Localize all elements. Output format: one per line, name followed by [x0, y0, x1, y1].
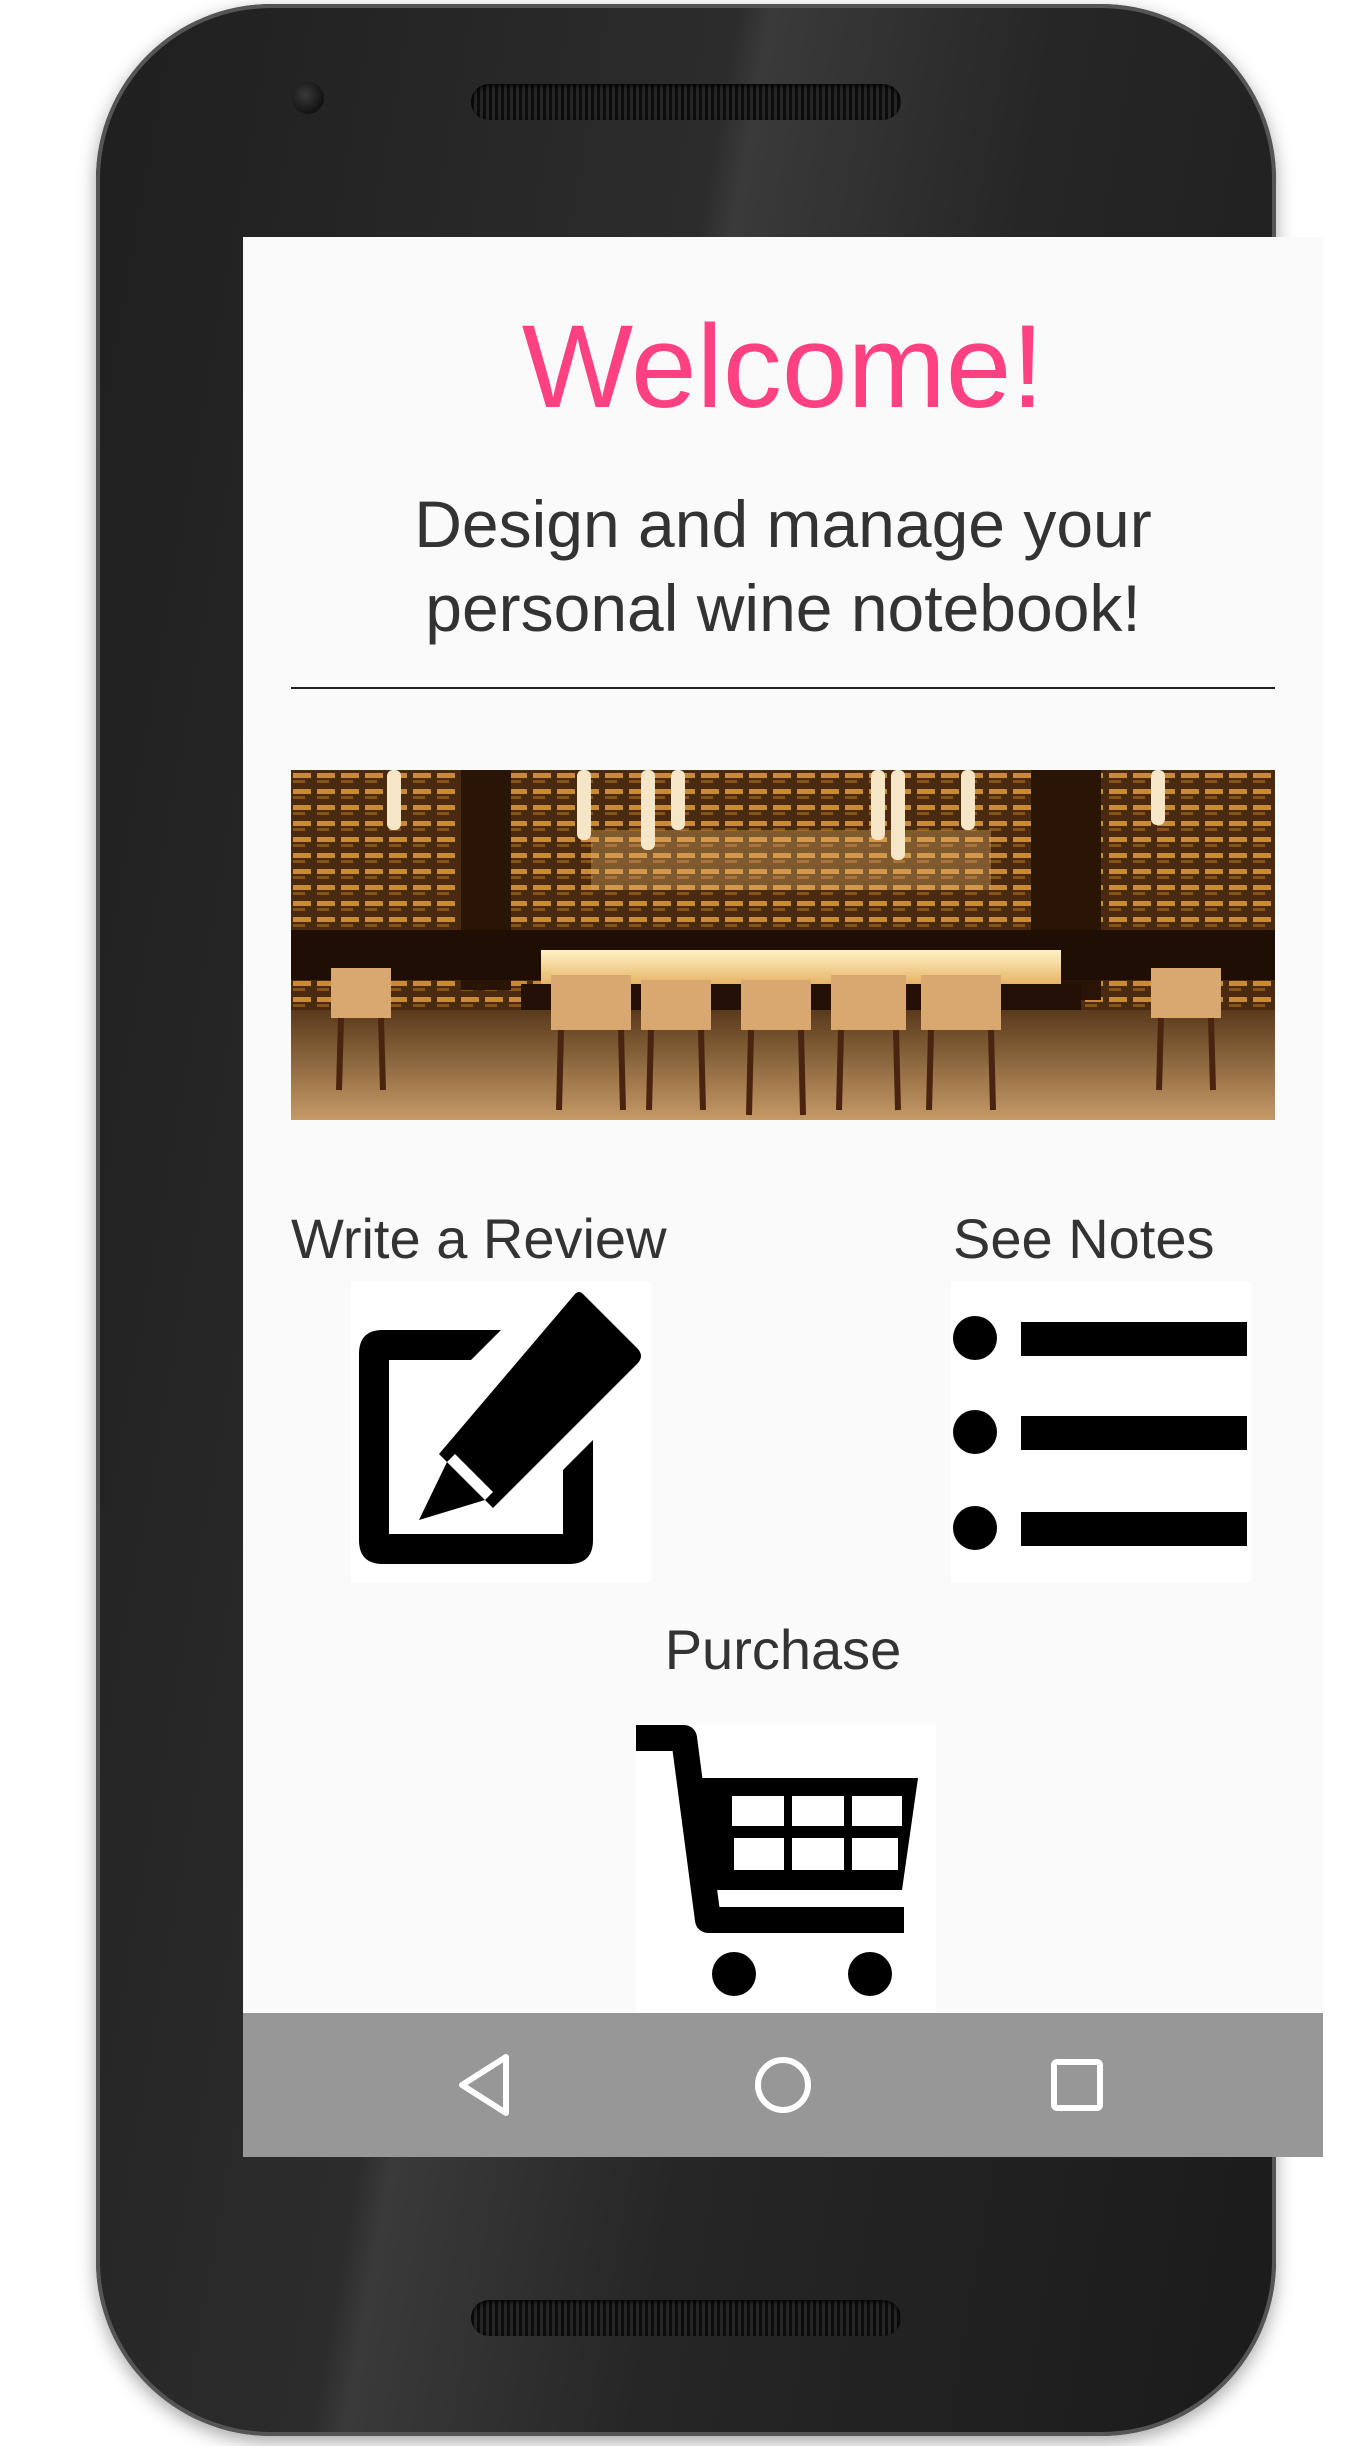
app-screen: Welcome! Design and manage your personal…	[243, 237, 1323, 2157]
purchase-label: Purchase	[664, 1618, 902, 1681]
phone-frame: Welcome! Design and manage your personal…	[96, 4, 1323, 2436]
back-icon	[459, 2054, 509, 2116]
front-camera	[292, 82, 324, 114]
subtitle-line-1: Design and manage your	[414, 487, 1152, 561]
bottom-speaker	[471, 2300, 901, 2336]
wine-bar-image	[291, 770, 1275, 1120]
cart-icon	[636, 1725, 918, 1996]
divider	[291, 687, 1275, 689]
nav-home-button[interactable]	[743, 2045, 823, 2125]
page-title: Welcome!	[521, 301, 1045, 433]
nav-back-button[interactable]	[448, 2045, 528, 2125]
subtitle-line-2: personal wine notebook!	[425, 571, 1141, 645]
edit-icon	[359, 1292, 641, 1564]
page-subtitle: Design and manage your personal wine not…	[283, 482, 1283, 650]
write-review-button[interactable]	[351, 1282, 651, 1582]
system-navigation-bar	[243, 2013, 1323, 2157]
wine-bar-illustration	[291, 770, 1275, 1120]
recents-icon	[1051, 2059, 1103, 2111]
list-icon	[953, 1316, 1247, 1550]
top-speaker	[471, 84, 901, 120]
see-notes-label: See Notes	[953, 1207, 1215, 1270]
write-review-label: Write a Review	[291, 1207, 667, 1270]
see-notes-button[interactable]	[951, 1282, 1251, 1582]
home-icon	[755, 2057, 811, 2113]
nav-recents-button[interactable]	[1037, 2045, 1117, 2125]
purchase-button[interactable]	[636, 1724, 936, 2013]
